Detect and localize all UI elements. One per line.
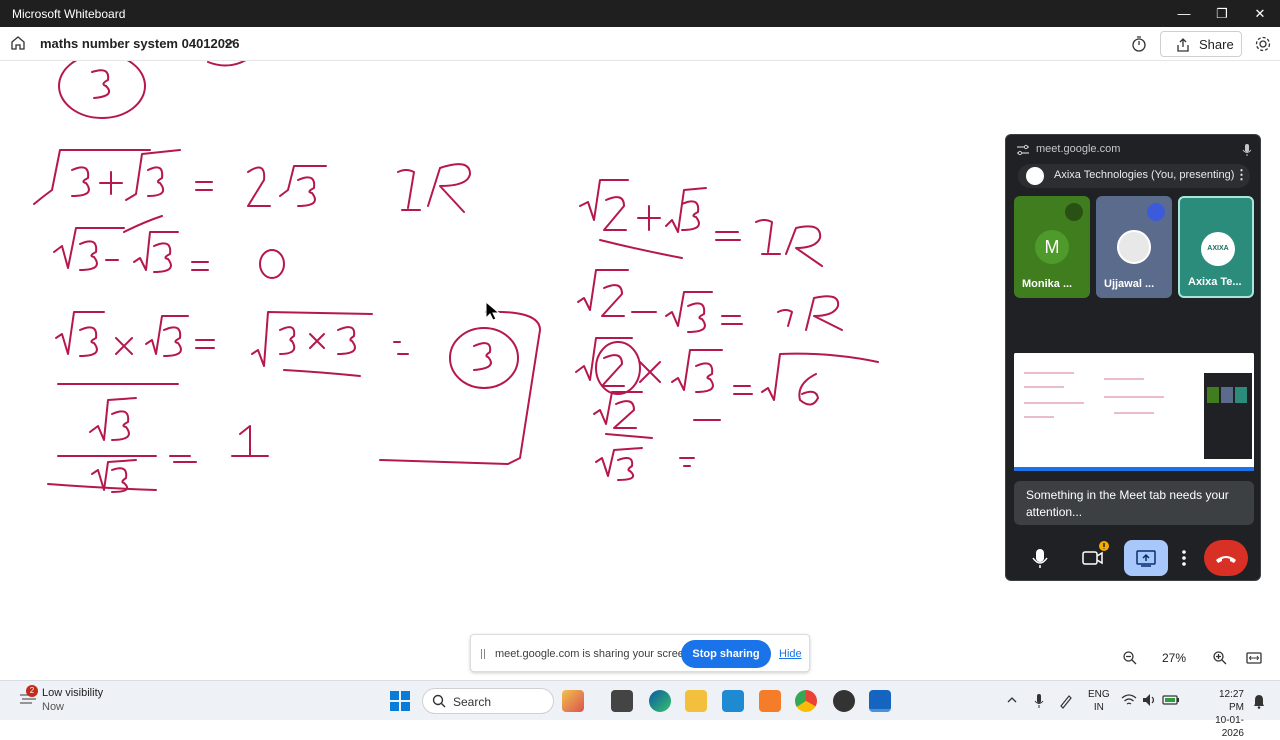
participant-tile-monika[interactable]: M Monika ... (1014, 196, 1090, 298)
whiteboard-app-icon[interactable] (869, 690, 891, 712)
ink-note-2 (53, 215, 285, 279)
language-code: ENG (1088, 689, 1110, 700)
present-screen-button[interactable] (1124, 540, 1168, 576)
board-title[interactable]: maths number system 04012026 (40, 36, 239, 51)
more-vert-icon (1182, 550, 1186, 566)
window-title: Microsoft Whiteboard (12, 7, 126, 21)
zoom-in-icon[interactable] (1212, 650, 1228, 666)
presenting-bar[interactable]: Axixa Technologies (You, presenting) ⋮ (1018, 164, 1250, 188)
search-label: Search (453, 695, 492, 709)
participant-tile-axixa[interactable]: AXIXA Axixa Te... (1178, 196, 1254, 298)
gear-icon[interactable] (1254, 35, 1272, 53)
system-clock[interactable]: 12:27 PM 10-01-2026 (1202, 688, 1244, 740)
hide-link[interactable]: Hide (779, 648, 802, 660)
participant-name: Axixa Te... (1188, 276, 1242, 288)
paint-app-icon[interactable] (562, 690, 584, 712)
weather-subtitle: Now (42, 701, 65, 713)
camera-button[interactable] (1072, 540, 1112, 576)
screen-share-preview (1014, 353, 1254, 471)
avatar: M (1035, 230, 1069, 264)
home-icon[interactable] (9, 34, 27, 52)
mic-button[interactable] (1020, 540, 1060, 576)
ink-strokes (33, 61, 879, 493)
windows-start-icon[interactable] (389, 690, 411, 712)
more-controls-button[interactable] (1176, 540, 1192, 576)
avatar: AXIXA (1201, 232, 1235, 266)
fit-to-screen-icon[interactable] (1246, 650, 1262, 666)
avatar (1026, 167, 1044, 185)
search-icon (432, 694, 446, 708)
stop-sharing-button[interactable]: Stop sharing (681, 640, 771, 668)
mic-icon (1032, 549, 1048, 568)
notification-badge: 2 (26, 685, 38, 697)
edge-browser-icon[interactable] (649, 690, 671, 712)
present-icon (1136, 550, 1156, 567)
zoom-controls: 27% (1110, 643, 1270, 673)
region-code: IN (1093, 702, 1104, 713)
share-label: Share (1199, 37, 1234, 52)
share-button[interactable]: Share (1160, 31, 1242, 57)
site-settings-icon[interactable] (1016, 144, 1030, 156)
notification-bell-icon[interactable] (1252, 693, 1266, 709)
weather-widget[interactable]: 2 Low visibility Now (18, 685, 103, 713)
more-options-icon[interactable]: ⋮ (1235, 167, 1248, 183)
title-bar: Microsoft Whiteboard — ❐ ✕ (0, 0, 1280, 27)
end-call-button[interactable] (1204, 540, 1248, 576)
preview-thumbnail (1014, 353, 1254, 471)
taskbar: 2 Low visibility Now Search ENG IN 12:27… (0, 680, 1280, 739)
ink-note-1 (33, 149, 471, 213)
avatar (1117, 230, 1151, 264)
battery-icon[interactable] (1162, 693, 1180, 707)
meet-url: meet.google.com (1036, 143, 1121, 155)
mic-off-icon (1065, 203, 1083, 221)
file-explorer-icon[interactable] (685, 690, 707, 712)
meet-panel[interactable]: meet.google.com Axixa Technologies (You,… (1005, 134, 1261, 581)
chrome-browser-icon[interactable] (795, 690, 817, 712)
close-button[interactable]: ✕ (1241, 0, 1279, 27)
taskbar-search[interactable]: Search (422, 688, 554, 714)
microphone-tray-icon[interactable] (1033, 693, 1045, 709)
chevron-up-icon[interactable] (1005, 693, 1019, 707)
mic-off-icon (1147, 203, 1165, 221)
participant-tile-ujjawal[interactable]: Ujjawal ... (1096, 196, 1172, 298)
xampp-icon[interactable] (759, 690, 781, 712)
hang-up-icon (1216, 556, 1236, 563)
ink-note-8 (593, 391, 721, 481)
mouse-cursor-icon (485, 301, 501, 321)
presenting-label: Axixa Technologies (You, presenting) (1054, 169, 1235, 181)
timer-icon[interactable] (1130, 35, 1148, 53)
language-indicator[interactable]: ENG IN (1088, 688, 1110, 714)
screen-sharing-banner: meet.google.com is sharing your screen. … (470, 634, 810, 672)
participant-name: Ujjawal ... (1104, 278, 1155, 290)
vscode-icon[interactable] (722, 690, 744, 712)
pen-tray-icon[interactable] (1058, 693, 1074, 709)
participant-name: Monika ... (1022, 278, 1073, 290)
ink-note-3 (55, 310, 541, 465)
zoom-out-icon[interactable] (1122, 650, 1138, 666)
zoom-level[interactable]: 27% (1162, 651, 1186, 665)
clock-time: 12:27 PM (1218, 689, 1244, 713)
volume-icon[interactable] (1142, 693, 1158, 707)
ink-note-6 (577, 269, 843, 333)
share-icon (1177, 38, 1189, 52)
camera-icon (1082, 541, 1109, 565)
wifi-icon[interactable] (1121, 693, 1137, 707)
ink-note-7 (575, 337, 879, 406)
chevron-down-icon[interactable] (223, 37, 235, 49)
obs-app-icon[interactable] (833, 690, 855, 712)
clock-date: 10-01-2026 (1215, 715, 1244, 739)
attention-notice: Something in the Meet tab needs your att… (1014, 481, 1254, 525)
weather-title: Low visibility (42, 687, 104, 699)
minimize-button[interactable]: — (1165, 0, 1203, 27)
ink-note-4 (47, 397, 269, 493)
restore-button[interactable]: ❐ (1203, 0, 1241, 27)
mic-small-icon (1242, 144, 1252, 156)
terminal-app-icon[interactable] (611, 690, 633, 712)
ink-circled-3-top (58, 61, 247, 119)
sharing-message: meet.google.com is sharing your screen. (495, 648, 694, 660)
app-toolbar: maths number system 04012026 Share (0, 27, 1280, 61)
ink-note-5 (579, 179, 823, 267)
drag-handle-icon[interactable] (481, 649, 485, 659)
